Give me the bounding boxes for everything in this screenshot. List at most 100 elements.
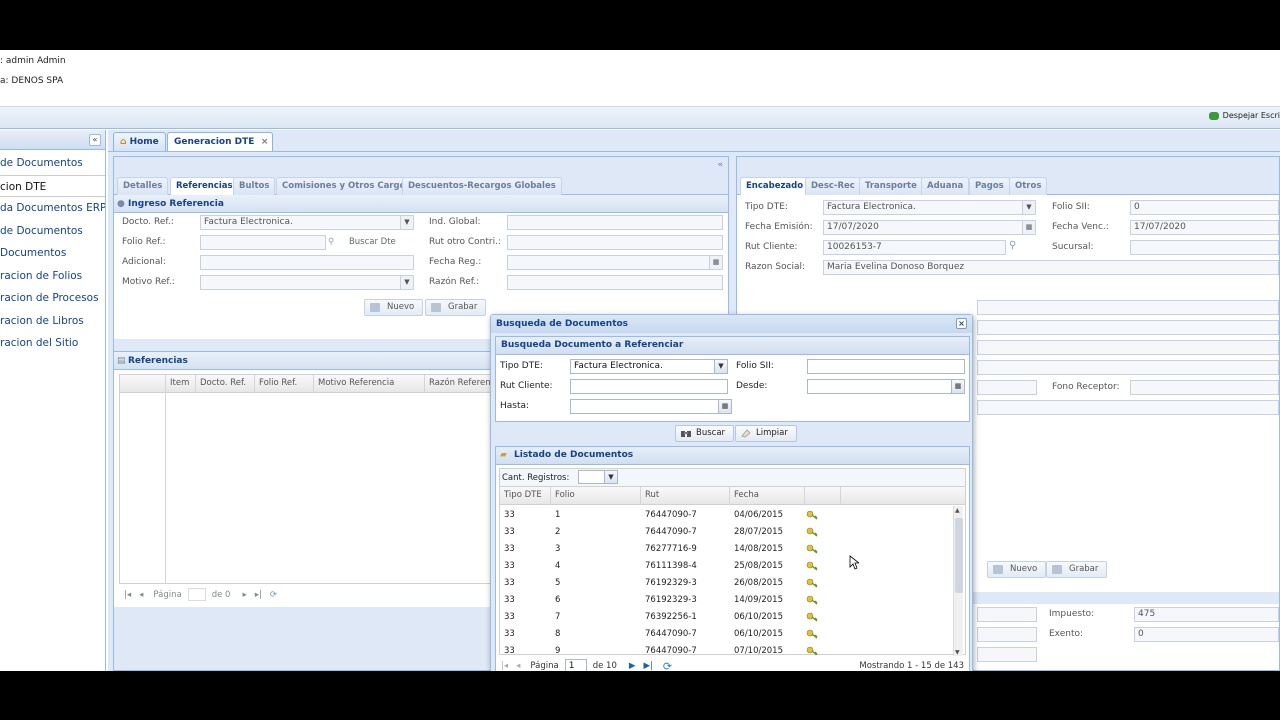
- select-key-icon[interactable]: [806, 645, 818, 655]
- search-icon[interactable]: ⚲: [1009, 240, 1016, 251]
- close-icon[interactable]: ×: [956, 318, 967, 329]
- select-key-icon[interactable]: [806, 543, 818, 555]
- subtab-desc-rec[interactable]: Desc-Rec: [805, 177, 861, 195]
- subtab-transporte[interactable]: Transporte: [859, 177, 923, 195]
- grid-col-folio-ref[interactable]: Folio Ref.: [255, 375, 314, 393]
- fecha-reg-field[interactable]: ▦: [507, 255, 723, 270]
- select-key-icon[interactable]: [806, 509, 818, 521]
- scroll-thumb[interactable]: [955, 518, 963, 593]
- calendar-icon[interactable]: ▦: [1022, 221, 1035, 234]
- modal-desde-field[interactable]: ▦: [807, 379, 965, 394]
- motivo-ref-combo[interactable]: ▼: [200, 275, 414, 290]
- refresh-icon[interactable]: ⟳: [270, 590, 277, 600]
- rut-otro-field[interactable]: [507, 235, 723, 250]
- subtab-aduana[interactable]: Aduana: [921, 177, 970, 195]
- subtab-descuentos[interactable]: Descuentos-Recargos Globales: [402, 177, 562, 195]
- docto-ref-combo[interactable]: Factura Electronica. ▼: [200, 215, 414, 230]
- razon-ref-field[interactable]: [507, 275, 723, 290]
- tipo-dte-combo[interactable]: Factura Electronica. ▼: [823, 200, 1036, 215]
- folio-sii-field[interactable]: 0: [1130, 200, 1279, 215]
- subtab-comisiones[interactable]: Comisiones y Otros Cargos: [276, 177, 417, 195]
- sidebar-item-folios[interactable]: racion de Folios: [0, 265, 105, 288]
- fecha-venc-field[interactable]: 17/07/2020: [1130, 220, 1279, 235]
- select-key-icon[interactable]: [806, 577, 818, 589]
- cant-registros-combo[interactable]: ▼: [578, 470, 618, 484]
- next-page-icon[interactable]: ▸: [242, 590, 246, 600]
- right-field-row10[interactable]: [977, 400, 1279, 415]
- refresh-icon[interactable]: ⟳: [663, 660, 672, 672]
- modal-rut-cliente-field[interactable]: [570, 379, 728, 394]
- chevron-down-icon[interactable]: ▼: [1022, 201, 1035, 214]
- total-field-3[interactable]: [977, 647, 1037, 662]
- tab-home[interactable]: ⌂ Home: [113, 132, 166, 151]
- select-key-icon[interactable]: [806, 628, 818, 640]
- nuevo-button-left[interactable]: Nuevo: [364, 299, 424, 316]
- modal-folio-sii-field[interactable]: [807, 359, 965, 374]
- col-folio[interactable]: Folio: [551, 487, 641, 505]
- col-fecha[interactable]: Fecha: [730, 487, 805, 505]
- select-key-icon[interactable]: [806, 594, 818, 606]
- right-field-row7[interactable]: [977, 340, 1279, 355]
- scroll-up-icon[interactable]: ▲: [955, 507, 960, 514]
- first-page-icon[interactable]: |◂: [124, 590, 131, 600]
- razon-social-field[interactable]: Maria Evelina Donoso Borquez: [823, 260, 1279, 275]
- nuevo-button-right[interactable]: Nuevo: [987, 561, 1047, 578]
- table-row[interactable]: 33 2 76447090-7 28/07/2015: [500, 524, 840, 541]
- right-field-row5[interactable]: [977, 300, 1279, 315]
- fono-receptor-field[interactable]: [1130, 380, 1279, 395]
- subtab-referencias[interactable]: Referencias: [170, 177, 239, 195]
- table-row[interactable]: 33 1 76447090-7 04/06/2015: [500, 507, 840, 524]
- sucursal-field[interactable]: [1130, 240, 1279, 255]
- col-rut[interactable]: Rut: [641, 487, 730, 505]
- chevron-down-icon[interactable]: ▼: [604, 471, 617, 483]
- adicional-field[interactable]: [200, 255, 414, 270]
- calendar-icon[interactable]: ▦: [709, 256, 722, 269]
- rut-cliente-field[interactable]: 10026153-7: [823, 240, 1006, 255]
- page-input[interactable]: [187, 588, 206, 601]
- subtab-pagos[interactable]: Pagos: [969, 177, 1010, 195]
- limpiar-button[interactable]: Limpiar: [735, 425, 797, 442]
- close-tab-icon[interactable]: ×: [261, 133, 269, 151]
- table-row[interactable]: 33 8 76447090-7 06/10/2015: [500, 626, 840, 643]
- sidebar-item-documentos[interactable]: de Documentos: [0, 152, 105, 175]
- table-row[interactable]: 33 5 76192329-3 26/08/2015: [500, 575, 840, 592]
- table-row[interactable]: 33 7 76392256-1 06/10/2015: [500, 609, 840, 626]
- last-page-icon[interactable]: ▸|: [255, 590, 262, 600]
- calendar-icon[interactable]: ▦: [718, 400, 731, 413]
- fecha-emision-field[interactable]: 17/07/2020 ▦: [823, 220, 1036, 235]
- clear-desktop-button[interactable]: Despejar Escri: [1208, 111, 1280, 120]
- prev-page-icon[interactable]: ◂: [516, 661, 520, 671]
- table-row[interactable]: 33 4 76111398-4 25/08/2015: [500, 558, 840, 575]
- modal-page-input[interactable]: 1: [564, 659, 587, 671]
- collapse-sidebar-icon[interactable]: «: [89, 134, 101, 146]
- col-tipo-dte[interactable]: Tipo DTE: [500, 487, 551, 505]
- buscar-dte-button[interactable]: ⚲ Buscar Dte: [328, 235, 414, 250]
- sidebar-item-sitio[interactable]: racion del Sitio: [0, 332, 105, 355]
- right-field-row6[interactable]: [977, 320, 1279, 335]
- grabar-button-left[interactable]: Grabar: [425, 299, 487, 316]
- grid-col-docto-ref[interactable]: Docto. Ref.: [196, 375, 255, 393]
- scroll-down-icon[interactable]: ▼: [955, 649, 960, 656]
- subtab-detalles[interactable]: Detalles: [117, 177, 169, 195]
- sidebar-item-procesos[interactable]: racion de Procesos: [0, 287, 105, 310]
- modal-tipo-dte-combo[interactable]: Factura Electronica. ▼: [570, 359, 728, 374]
- table-row[interactable]: 33 6 76192329-3 14/09/2015: [500, 592, 840, 609]
- table-row[interactable]: 33 3 76277716-9 14/08/2015: [500, 541, 840, 558]
- chevron-down-icon[interactable]: ▼: [400, 216, 413, 229]
- right-field-row8[interactable]: [977, 360, 1279, 375]
- select-key-icon[interactable]: [806, 611, 818, 623]
- listado-scrollbar[interactable]: ▲ ▼: [953, 506, 963, 656]
- grid-col-item[interactable]: Item: [166, 375, 196, 393]
- subtab-bultos[interactable]: Bultos: [233, 177, 276, 195]
- total-field-1[interactable]: [977, 607, 1037, 622]
- collapse-left-icon[interactable]: «: [717, 160, 723, 170]
- sidebar-item-generacion-dte[interactable]: cion DTE: [0, 174, 105, 197]
- prev-page-icon[interactable]: ◂: [139, 590, 143, 600]
- ind-global-field[interactable]: [507, 215, 723, 230]
- first-page-icon[interactable]: |◂: [501, 661, 508, 671]
- subtab-encabezado[interactable]: Encabezado: [740, 177, 810, 195]
- folio-ref-field[interactable]: [200, 235, 326, 250]
- sidebar-item-documentos-erp[interactable]: da Documentos ERP: [0, 197, 105, 220]
- select-key-icon[interactable]: [806, 560, 818, 572]
- buscar-button[interactable]: Buscar: [675, 425, 735, 442]
